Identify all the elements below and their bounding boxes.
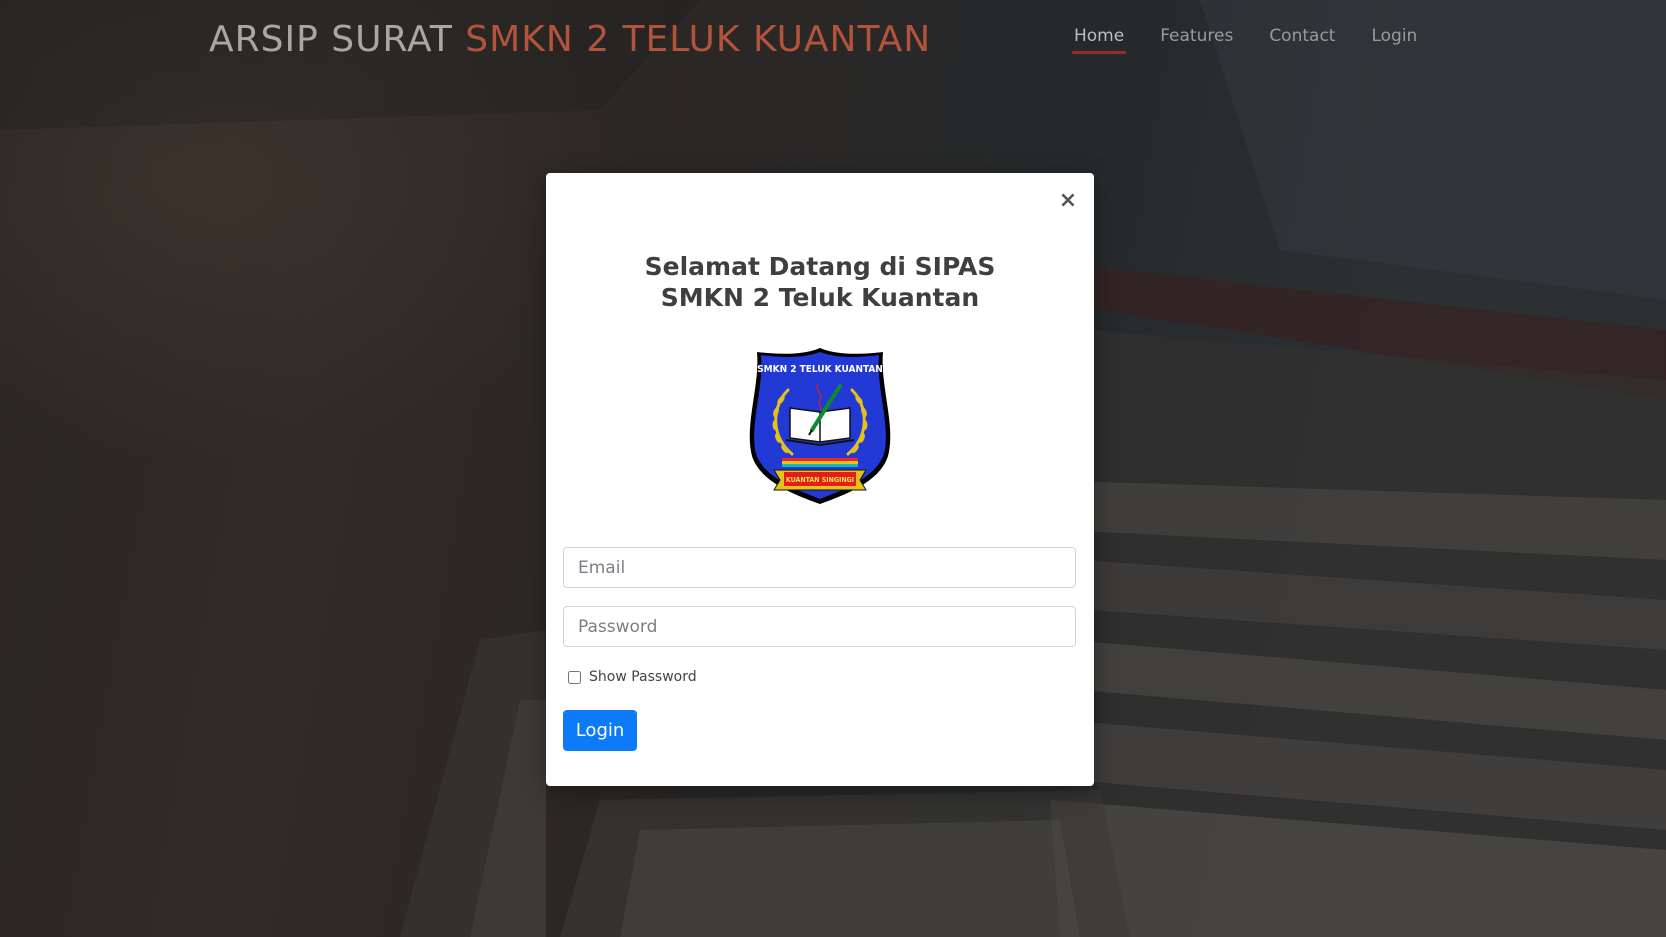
nav-link-contact[interactable]: Contact bbox=[1269, 26, 1335, 54]
navbar: ARSIP SURAT SMKN 2 TELUK KUANTAN Home Fe… bbox=[0, 0, 1666, 82]
close-icon[interactable]: × bbox=[1058, 190, 1078, 212]
modal-title: Selamat Datang di SIPAS SMKN 2 Teluk Kua… bbox=[546, 251, 1094, 313]
show-password-label: Show Password bbox=[589, 669, 697, 685]
login-modal: × Selamat Datang di SIPAS SMKN 2 Teluk K… bbox=[546, 173, 1094, 786]
school-logo: SMKN 2 TELUK KUANTAN KUANTAN SINGINGI bbox=[749, 348, 891, 504]
show-password-checkbox[interactable] bbox=[568, 670, 581, 684]
show-password-row[interactable]: Show Password bbox=[568, 669, 697, 685]
nav-link-features[interactable]: Features bbox=[1160, 26, 1233, 54]
nav-link-login[interactable]: Login bbox=[1371, 26, 1417, 54]
modal-title-line1: Selamat Datang di SIPAS bbox=[644, 252, 996, 281]
brand-title-school: SMKN 2 TELUK KUANTAN bbox=[465, 19, 932, 60]
brand-title-prefix: ARSIP SURAT bbox=[209, 19, 466, 60]
logo-bottom-text: KUANTAN SINGINGI bbox=[786, 476, 854, 484]
login-button[interactable]: Login bbox=[563, 710, 637, 751]
modal-title-line2: SMKN 2 Teluk Kuantan bbox=[660, 283, 980, 312]
nav-link-home[interactable]: Home bbox=[1071, 26, 1127, 54]
password-field[interactable] bbox=[563, 606, 1076, 647]
nav-menu: Home Features Contact Login bbox=[1071, 26, 1417, 54]
logo-top-text: SMKN 2 TELUK KUANTAN bbox=[757, 364, 883, 375]
email-field[interactable] bbox=[563, 547, 1076, 588]
page: ARSIP SURAT SMKN 2 TELUK KUANTAN Home Fe… bbox=[0, 0, 1666, 937]
brand-title[interactable]: ARSIP SURAT SMKN 2 TELUK KUANTAN bbox=[209, 18, 931, 62]
